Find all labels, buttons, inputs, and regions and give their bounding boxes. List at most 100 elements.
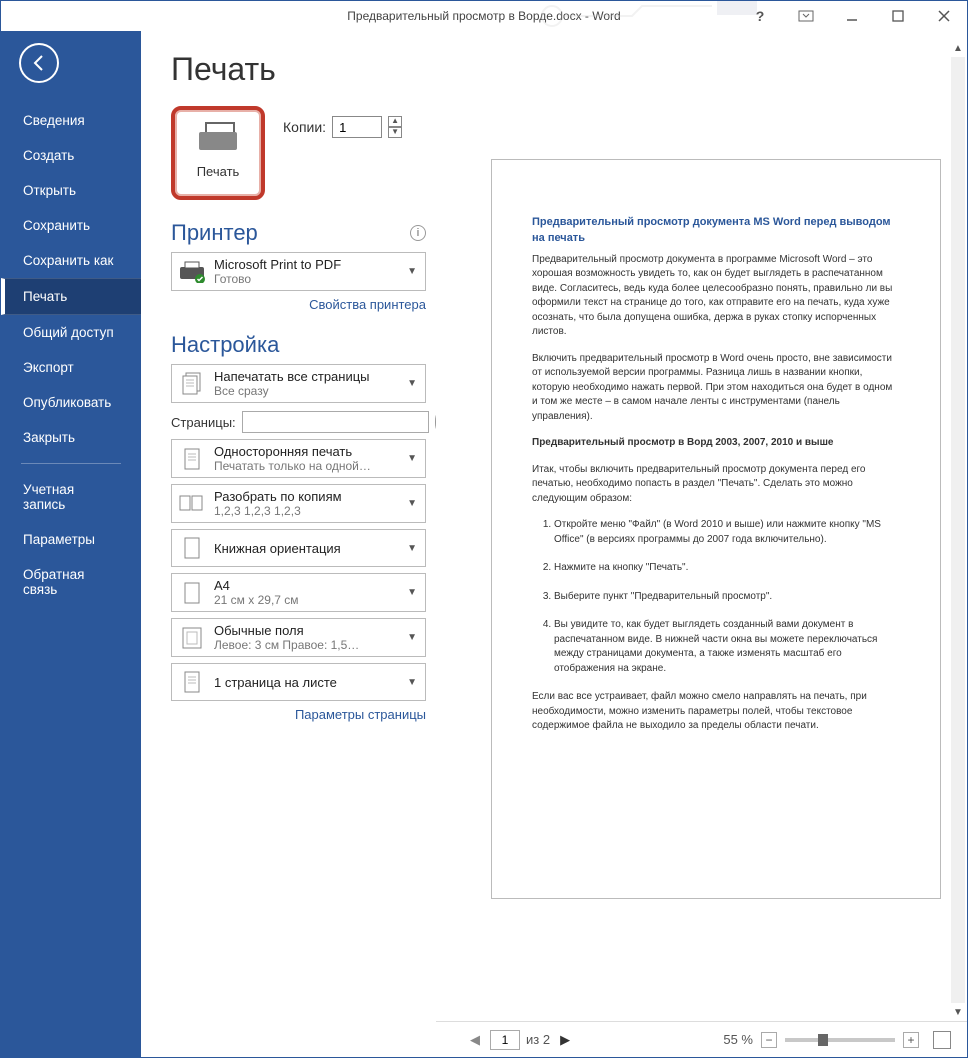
print-button[interactable]: Печать xyxy=(171,106,265,200)
page-number-input[interactable] xyxy=(490,1030,520,1050)
margins-title: Обычные поля xyxy=(214,623,397,638)
paper-size-select[interactable]: A4 21 см x 29,7 см ▼ xyxy=(171,573,426,612)
print-button-label: Печать xyxy=(197,164,240,179)
print-preview-pane: ▲ ▼ Предварительный просмотр документа M… xyxy=(436,31,967,1057)
perpage-title: 1 страница на листе xyxy=(214,675,397,690)
copies-label: Копии: xyxy=(283,119,326,135)
zoom-out-button[interactable]: − xyxy=(761,1032,777,1048)
margins-sub: Левое: 3 см Правое: 1,5… xyxy=(214,638,397,652)
doc-p4: Если вас все устраивает, файл можно смел… xyxy=(532,690,900,734)
sidebar-item-print[interactable]: Печать xyxy=(1,278,141,315)
collate-icon xyxy=(178,490,206,518)
copies-spin-up[interactable]: ▲ xyxy=(388,116,402,127)
printer-heading: Принтер xyxy=(171,220,258,246)
sidebar-separator xyxy=(21,463,121,464)
collate-title: Разобрать по копиям xyxy=(214,489,397,504)
duplex-sub: Печатать только на одной… xyxy=(214,459,397,473)
doc-li2: Нажмите на кнопку "Печать". xyxy=(554,561,900,576)
print-range-sub: Все сразу xyxy=(214,384,397,398)
margins-select[interactable]: Обычные поля Левое: 3 см Правое: 1,5… ▼ xyxy=(171,618,426,657)
doc-h2: Предварительный просмотр в Ворд 2003, 20… xyxy=(532,436,900,451)
sidebar-item-export[interactable]: Экспорт xyxy=(1,350,141,385)
sidebar-item-share[interactable]: Общий доступ xyxy=(1,315,141,350)
settings-heading: Настройка xyxy=(171,332,279,358)
sidebar-item-info[interactable]: Сведения xyxy=(1,103,141,138)
chevron-down-icon: ▼ xyxy=(405,378,419,389)
page-title: Печать xyxy=(171,51,426,88)
sidebar-item-open[interactable]: Открыть xyxy=(1,173,141,208)
print-range-select[interactable]: Напечатать все страницы Все сразу ▼ xyxy=(171,364,426,403)
duplex-select[interactable]: Односторонняя печать Печатать только на … xyxy=(171,439,426,478)
paper-sub: 21 см x 29,7 см xyxy=(214,593,397,607)
sidebar-item-publish[interactable]: Опубликовать xyxy=(1,385,141,420)
printer-status: Готово xyxy=(214,272,397,286)
sidebar-item-options[interactable]: Параметры xyxy=(1,522,141,557)
duplex-icon xyxy=(178,445,206,473)
scroll-down-icon[interactable]: ▼ xyxy=(949,1003,967,1021)
help-button[interactable]: ? xyxy=(737,1,783,31)
maximize-button[interactable] xyxy=(875,1,921,31)
sidebar-item-save[interactable]: Сохранить xyxy=(1,208,141,243)
prev-page-button[interactable]: ◀ xyxy=(466,1031,484,1049)
collate-select[interactable]: Разобрать по копиям 1,2,3 1,2,3 1,2,3 ▼ xyxy=(171,484,426,523)
doc-p1: Предварительный просмотр документа в про… xyxy=(532,253,900,340)
pages-input[interactable] xyxy=(242,411,429,433)
sidebar-item-close[interactable]: Закрыть xyxy=(1,420,141,455)
zoom-thumb[interactable] xyxy=(818,1034,828,1046)
zoom-fit-button[interactable] xyxy=(933,1031,951,1049)
sidebar-item-account[interactable]: Учетная запись xyxy=(1,472,141,522)
doc-li1: Откройте меню "Файл" (в Word 2010 и выше… xyxy=(554,518,900,547)
margins-icon xyxy=(178,624,206,652)
page-setup-link[interactable]: Параметры страницы xyxy=(171,707,426,722)
printer-select[interactable]: Microsoft Print to PDF Готово ▼ xyxy=(171,252,426,291)
scroll-up-icon[interactable]: ▲ xyxy=(949,39,967,57)
preview-statusbar: ◀ из 2 ▶ 55 % − + xyxy=(436,1021,967,1057)
next-page-button[interactable]: ▶ xyxy=(556,1031,574,1049)
ribbon-options-button[interactable] xyxy=(783,1,829,31)
doc-li4: Вы увидите то, как будет выглядеть созда… xyxy=(554,618,900,676)
preview-page: Предварительный просмотр документа MS Wo… xyxy=(491,159,941,899)
backstage-sidebar: Сведения Создать Открыть Сохранить Сохра… xyxy=(1,31,141,1057)
duplex-title: Односторонняя печать xyxy=(214,444,397,459)
orientation-title: Книжная ориентация xyxy=(214,541,397,556)
printer-icon xyxy=(199,128,237,156)
printer-properties-link[interactable]: Свойства принтера xyxy=(171,297,426,312)
printer-device-icon xyxy=(178,258,206,286)
close-button[interactable] xyxy=(921,1,967,31)
paper-icon xyxy=(178,579,206,607)
pages-label: Страницы: xyxy=(171,415,236,430)
print-settings-column: Печать Печать Копии: ▲ ▼ xyxy=(141,31,436,1057)
chevron-down-icon: ▼ xyxy=(405,587,419,598)
doc-li3: Выберите пункт "Предварительный просмотр… xyxy=(554,590,900,605)
chevron-down-icon: ▼ xyxy=(405,543,419,554)
chevron-down-icon: ▼ xyxy=(405,266,419,277)
doc-title: Предварительный просмотр документа MS Wo… xyxy=(532,215,900,247)
copies-spin-down[interactable]: ▼ xyxy=(388,127,402,138)
print-range-title: Напечатать все страницы xyxy=(214,369,397,384)
printer-info-icon[interactable]: i xyxy=(410,225,426,241)
orientation-icon xyxy=(178,534,206,562)
back-button[interactable] xyxy=(19,43,59,83)
copies-input[interactable] xyxy=(332,116,382,138)
chevron-down-icon: ▼ xyxy=(405,498,419,509)
arrow-left-icon xyxy=(29,53,49,73)
paper-title: A4 xyxy=(214,578,397,593)
minimize-button[interactable] xyxy=(829,1,875,31)
zoom-label: 55 % xyxy=(723,1032,753,1047)
page-of-label: из 2 xyxy=(526,1032,550,1047)
zoom-slider[interactable] xyxy=(785,1038,895,1042)
chevron-down-icon: ▼ xyxy=(405,677,419,688)
sheet-icon xyxy=(178,668,206,696)
orientation-select[interactable]: Книжная ориентация ▼ xyxy=(171,529,426,567)
preview-scrollbar[interactable]: ▲ ▼ xyxy=(949,39,967,1021)
zoom-in-button[interactable]: + xyxy=(903,1032,919,1048)
doc-p3: Итак, чтобы включить предварительный про… xyxy=(532,463,900,507)
scroll-track[interactable] xyxy=(951,57,965,1003)
titlebar: Предварительный просмотр в Ворде.docx - … xyxy=(1,1,967,31)
sidebar-item-new[interactable]: Создать xyxy=(1,138,141,173)
sidebar-item-feedback[interactable]: Обратная связь xyxy=(1,557,141,607)
collate-sub: 1,2,3 1,2,3 1,2,3 xyxy=(214,504,397,518)
pages-per-sheet-select[interactable]: 1 страница на листе ▼ xyxy=(171,663,426,701)
sidebar-item-saveas[interactable]: Сохранить как xyxy=(1,243,141,278)
chevron-down-icon: ▼ xyxy=(405,453,419,464)
